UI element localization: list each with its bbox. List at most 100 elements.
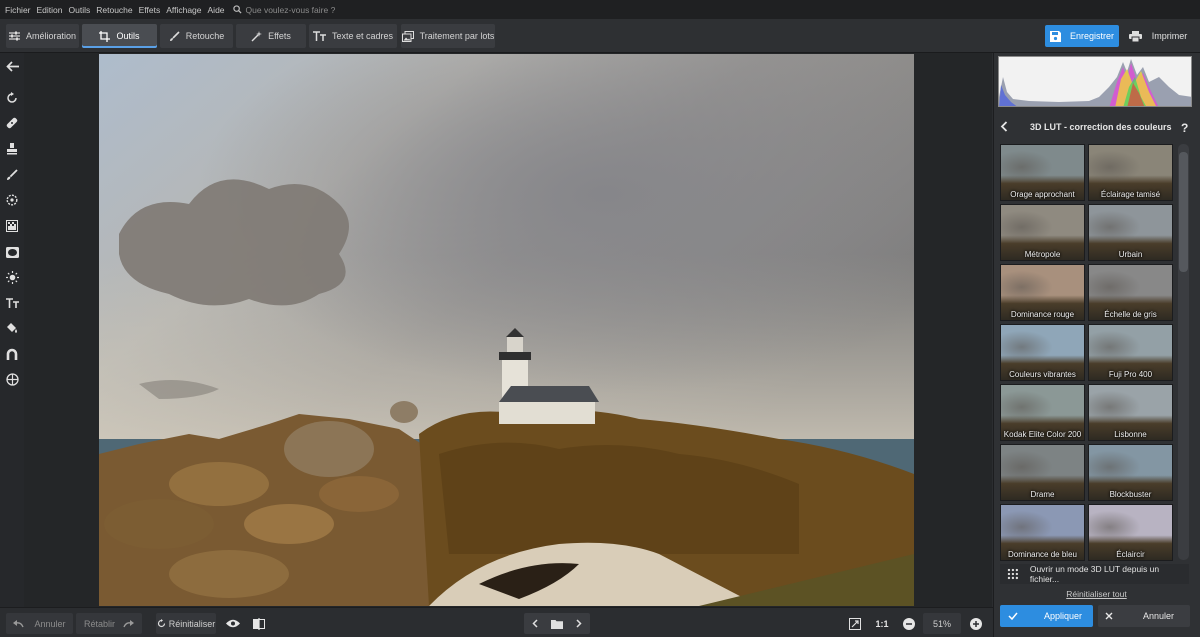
tool-geometry[interactable]	[4, 371, 20, 387]
redo-button[interactable]: Rétablir	[76, 613, 142, 634]
tool-vignette[interactable]	[4, 244, 20, 260]
sun-icon	[5, 270, 19, 284]
lut-thumbnail[interactable]: Urbain	[1088, 204, 1173, 261]
zoom-out-button[interactable]	[899, 613, 919, 634]
tab-outils[interactable]: Outils	[82, 24, 157, 48]
magnet-icon	[6, 348, 18, 360]
lut-thumbnail[interactable]: Drame	[1000, 444, 1085, 501]
lut-thumbnail[interactable]: Dominance rouge	[1000, 264, 1085, 321]
menu-affichage[interactable]: Affichage	[166, 5, 201, 15]
lut-thumbnail[interactable]: Éclairage tamisé	[1088, 144, 1173, 201]
tool-gradient[interactable]	[4, 218, 20, 234]
tool-liquify[interactable]	[4, 346, 20, 362]
menu-aide[interactable]: Aide	[208, 5, 225, 15]
previous-image-button[interactable]	[526, 613, 544, 634]
batch-images-icon	[401, 30, 414, 42]
zoom-in-button[interactable]	[966, 613, 986, 634]
fit-to-screen-button[interactable]	[845, 613, 865, 634]
apply-button[interactable]: Appliquer	[1000, 605, 1093, 627]
left-tool-strip	[0, 53, 24, 607]
tool-light[interactable]	[4, 269, 20, 285]
lut-thumbnail[interactable]: Échelle de gris	[1088, 264, 1173, 321]
tool-fill[interactable]	[4, 320, 20, 336]
zoom-level[interactable]: 51%	[923, 613, 961, 634]
tool-rotate[interactable]	[4, 90, 20, 106]
tool-text[interactable]	[4, 295, 20, 311]
tab-effets[interactable]: Effets	[236, 24, 306, 48]
print-button[interactable]: Imprimer	[1124, 25, 1192, 47]
lut-label: Éclaircir	[1116, 550, 1145, 559]
photo-image	[99, 54, 914, 606]
compare-toggle[interactable]	[248, 613, 270, 634]
scrollbar-thumb[interactable]	[1179, 152, 1188, 272]
tool-selection[interactable]	[4, 192, 20, 208]
undo-button[interactable]: Annuler	[6, 613, 73, 634]
plus-circle-icon	[970, 617, 982, 630]
actual-size-button[interactable]: 1:1	[871, 613, 893, 634]
lut-label: Dominance rouge	[1010, 310, 1075, 319]
preview-toggle[interactable]	[222, 613, 244, 634]
undo-label: Annuler	[34, 618, 66, 629]
photo-lighthouse[interactable]	[99, 54, 914, 606]
menu-effets[interactable]: Effets	[139, 5, 161, 15]
lut-grid: Orage approchant Éclairage tamisé Métropol…	[1000, 144, 1174, 561]
menu-edition[interactable]: Edition	[37, 5, 63, 15]
open-folder-button[interactable]	[546, 613, 568, 634]
lut-label: Couleurs vibrantes	[1009, 370, 1076, 379]
tab-texte-cadres[interactable]: Texte et cadres	[309, 24, 397, 48]
panel-back-button[interactable]	[1000, 121, 1008, 135]
chevron-right-icon	[576, 619, 582, 628]
panel-title: 3D LUT - correction des couleurs	[1030, 122, 1172, 132]
reset-button[interactable]: Réinitialiser	[156, 613, 216, 634]
search-icon	[232, 5, 242, 14]
apply-label: Appliquer	[1044, 611, 1083, 621]
open-lut-file-button[interactable]: Ouvrir un mode 3D LUT depuis un fichier.…	[1000, 564, 1189, 584]
lut-thumbnail[interactable]: Métropole	[1000, 204, 1085, 261]
vignette-icon	[5, 246, 19, 258]
back-button[interactable]	[4, 58, 20, 74]
tool-healing[interactable]	[4, 115, 20, 131]
tool-clone-stamp[interactable]	[4, 141, 20, 157]
lut-thumbnail[interactable]: Dominance de bleu	[1000, 504, 1085, 561]
menu-outils[interactable]: Outils	[69, 5, 91, 15]
next-image-button[interactable]	[570, 613, 588, 634]
menu-fichier[interactable]: Fichier	[5, 5, 31, 15]
lut-thumbnail[interactable]: Blockbuster	[1088, 444, 1173, 501]
lut-thumbnail[interactable]: Couleurs vibrantes	[1000, 324, 1085, 381]
tab-retouche[interactable]: Retouche	[160, 24, 233, 48]
lut-scrollbar[interactable]	[1178, 144, 1189, 560]
cancel-button[interactable]: Annuler	[1098, 605, 1190, 627]
lut-thumbnail[interactable]: Orage approchant	[1000, 144, 1085, 201]
gradient-icon	[6, 220, 18, 232]
lut-thumbnail[interactable]: Fuji Pro 400	[1088, 324, 1173, 381]
reset-all-link[interactable]: Réinitialiser tout	[993, 589, 1200, 599]
save-button[interactable]: Enregistrer	[1045, 25, 1119, 47]
tab-traitement-lots[interactable]: Traitement par lots	[401, 24, 495, 48]
command-search[interactable]: Que voulez-vous faire ?	[232, 4, 336, 15]
menu-bar: Fichier Edition Outils Retouche Effets A…	[0, 0, 1200, 19]
tab-label: Outils	[116, 31, 140, 41]
lut-label: Urbain	[1118, 250, 1143, 259]
tab-label: Texte et cadres	[331, 31, 394, 41]
lut-thumbnail[interactable]: Éclaircir	[1088, 504, 1173, 561]
redo-icon	[123, 619, 134, 627]
tab-amelioration[interactable]: Amélioration	[6, 24, 79, 48]
help-button[interactable]: ?	[1181, 121, 1188, 135]
lut-label: Orage approchant	[1010, 190, 1075, 199]
lut-label: Échelle de gris	[1104, 310, 1157, 319]
lut-thumbnail[interactable]: Lisbonne	[1088, 384, 1173, 441]
undo-icon	[13, 619, 25, 627]
lut-thumbnail[interactable]: Kodak Elite Color 200	[1000, 384, 1085, 441]
reset-label: Réinitialiser	[168, 618, 216, 629]
chevron-left-icon	[532, 619, 538, 628]
cancel-label: Annuler	[1143, 611, 1175, 621]
magic-wand-icon	[251, 30, 263, 41]
close-icon	[1105, 612, 1113, 620]
fit-screen-icon	[849, 617, 861, 630]
tool-brush[interactable]	[4, 167, 20, 183]
minus-circle-icon	[903, 617, 915, 630]
compare-icon	[253, 617, 265, 630]
search-placeholder: Que voulez-vous faire ?	[245, 4, 336, 15]
chevron-left-icon	[1000, 121, 1008, 132]
menu-retouche[interactable]: Retouche	[96, 5, 132, 15]
